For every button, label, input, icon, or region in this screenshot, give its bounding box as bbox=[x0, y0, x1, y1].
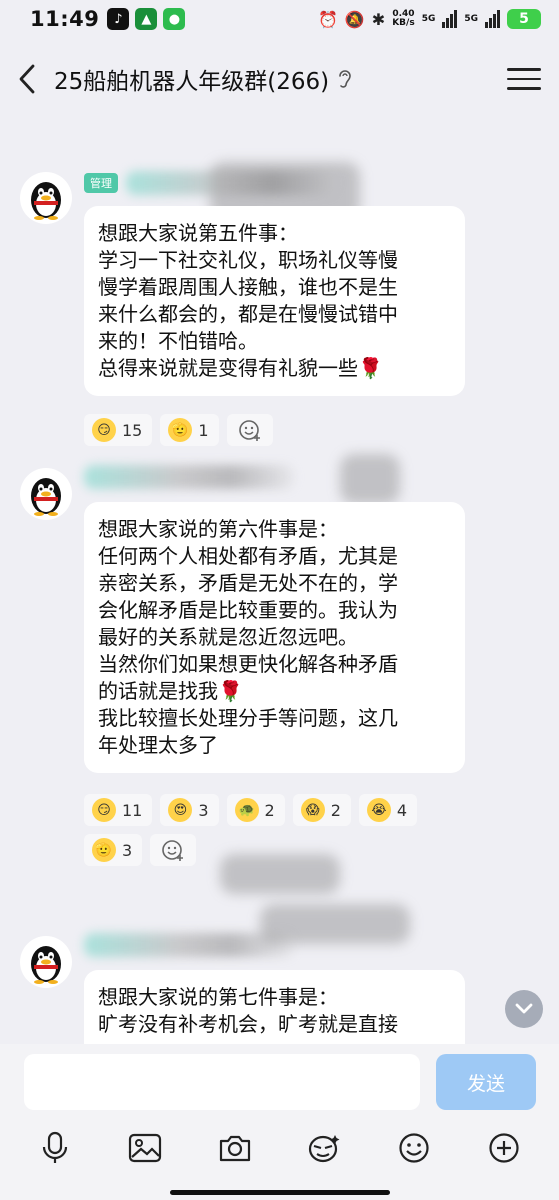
message-line: 总得来说就是变得有礼貌一些 bbox=[98, 356, 358, 380]
scream-emoji-icon: 😱 bbox=[300, 798, 325, 822]
reaction-count: 1 bbox=[198, 420, 209, 440]
salute-emoji-icon: 🫡 bbox=[92, 838, 116, 862]
signal-icon-2 bbox=[485, 10, 500, 28]
chevron-down-icon bbox=[515, 1003, 533, 1014]
heart-eyes-emoji-icon: 😍 bbox=[168, 798, 193, 822]
avatar[interactable] bbox=[20, 468, 72, 520]
image-icon[interactable] bbox=[123, 1126, 167, 1170]
reaction-count: 15 bbox=[122, 420, 143, 440]
status-bar: 11:49 ♪ ▲ ● ⏰ 🔕 ✱ 0.40 KB/s 5G 5G 5 bbox=[0, 0, 559, 38]
menu-icon[interactable] bbox=[507, 62, 541, 96]
salute-emoji-icon: 🫡 bbox=[168, 418, 193, 442]
rose-icon: 🌹 bbox=[218, 679, 243, 703]
wechat-icon: ● bbox=[163, 8, 186, 30]
sender-row bbox=[84, 465, 294, 489]
app-notification-icon: ▲ bbox=[135, 8, 158, 30]
home-indicator bbox=[170, 1190, 390, 1195]
message-line: 来的！不怕错哈。 bbox=[98, 329, 258, 353]
mute-icon: 🔕 bbox=[344, 9, 365, 29]
plus-icon[interactable] bbox=[482, 1126, 526, 1170]
message-line: 想跟大家说第五件事： bbox=[98, 221, 298, 245]
message-line: 来什么都会的，都是在慢慢试错中 bbox=[98, 302, 398, 326]
microphone-icon[interactable] bbox=[33, 1126, 77, 1170]
message-line: 的话就是找我 bbox=[98, 679, 218, 703]
message-line: 亲密关系，矛盾是无处不在的，学 bbox=[98, 571, 398, 595]
add-reaction-button[interactable] bbox=[150, 834, 197, 866]
input-toolbar bbox=[0, 1126, 559, 1170]
blurred-region bbox=[340, 454, 400, 504]
message-line: 慢学着跟周围人接触，谁也不是生 bbox=[98, 275, 398, 299]
message-line: 当然你们如果想更快化解各种矛盾 bbox=[98, 652, 398, 676]
emoji-icon[interactable] bbox=[392, 1126, 436, 1170]
add-reaction-icon bbox=[238, 420, 260, 441]
avatar[interactable] bbox=[20, 936, 72, 988]
add-reaction-button[interactable] bbox=[226, 414, 273, 446]
message-line: 学习一下社交礼仪，职场礼仪等慢 bbox=[98, 248, 398, 272]
turtle-emoji-icon: 🐢 bbox=[234, 798, 259, 822]
chat-title[interactable]: 25船舶机器人年级群(266) bbox=[54, 62, 329, 96]
reaction-bar: 😏 15 🫡 1 bbox=[84, 414, 464, 446]
crying-emoji-icon: 😭 bbox=[366, 798, 391, 822]
signal-icon bbox=[442, 10, 458, 28]
message-line: 想跟大家说的第六件事是： bbox=[98, 517, 338, 541]
message-line: 会化解矛盾是比较重要的。我认为 bbox=[98, 598, 398, 622]
alarm-icon: ⏰ bbox=[317, 9, 338, 29]
chat-header: 25船舶机器人年级群(266) bbox=[0, 44, 559, 114]
blurred-sender-name bbox=[84, 933, 294, 957]
sim1-label: 5G bbox=[421, 13, 436, 24]
sender-row bbox=[84, 933, 294, 957]
message-line: 任何两个人相处都有矛盾，尤其是 bbox=[98, 544, 398, 568]
send-button[interactable]: 发送 bbox=[436, 1054, 536, 1110]
bluetooth-icon: ✱ bbox=[371, 9, 386, 29]
message-bubble[interactable]: 想跟大家说第五件事： 学习一下社交礼仪，职场礼仪等慢 慢学着跟周围人接触，谁也不… bbox=[84, 206, 465, 396]
admin-badge: 管理 bbox=[84, 173, 118, 193]
tiktok-icon: ♪ bbox=[107, 8, 130, 30]
battery-icon: 5 bbox=[507, 9, 541, 29]
chat-list[interactable]: 管理 想跟大家说第五件事： 学习一下社交礼仪，职场礼仪等慢 慢学着跟周围人接触，… bbox=[0, 114, 559, 1044]
sender-row: 管理 bbox=[84, 171, 336, 195]
message-line: 年处理太多了 bbox=[98, 733, 218, 757]
ear-icon bbox=[337, 67, 357, 91]
reaction-count: 2 bbox=[330, 800, 341, 820]
reaction-chip[interactable]: 😭 4 bbox=[358, 794, 418, 826]
reaction-chip[interactable]: 😍 3 bbox=[160, 794, 219, 826]
input-area: 发送 bbox=[0, 1044, 559, 1200]
back-icon[interactable] bbox=[18, 59, 48, 99]
smirk-emoji-icon: 😏 bbox=[92, 418, 116, 442]
reaction-count: 4 bbox=[396, 800, 408, 820]
message-line: 我比较擅长处理分手等问题，这几 bbox=[98, 706, 398, 730]
reaction-count: 2 bbox=[264, 800, 275, 820]
reaction-chip[interactable]: 🫡 3 bbox=[84, 834, 143, 866]
sim2-label: 5G bbox=[464, 13, 478, 24]
reaction-chip[interactable]: 🫡 1 bbox=[160, 414, 219, 446]
reaction-chip[interactable]: 😱 2 bbox=[292, 794, 351, 826]
scroll-down-button[interactable] bbox=[505, 990, 543, 1028]
message-line: 想跟大家说的第七件事是： bbox=[98, 985, 338, 1009]
status-time: 11:49 bbox=[30, 7, 100, 31]
message-line: 旷考没有补考机会，旷考就是直接 bbox=[98, 1012, 398, 1036]
message-line: 最好的关系就是忽近忽远吧。 bbox=[98, 625, 358, 649]
reaction-chip[interactable]: 🐢 2 bbox=[226, 794, 285, 826]
message-bubble[interactable]: 想跟大家说的第六件事是： 任何两个人相处都有矛盾，尤其是 亲密关系，矛盾是无处不… bbox=[84, 502, 465, 773]
notification-icons: ♪ ▲ ● bbox=[107, 8, 186, 30]
message-input[interactable] bbox=[24, 1054, 420, 1110]
message-bubble[interactable]: 想跟大家说的第七件事是： 旷考没有补考机会，旷考就是直接 bbox=[84, 970, 465, 1044]
add-reaction-icon bbox=[162, 840, 184, 861]
camera-icon[interactable] bbox=[213, 1126, 257, 1170]
blurred-sender-name bbox=[126, 171, 336, 195]
avatar[interactable] bbox=[20, 172, 72, 224]
reaction-chip[interactable]: 😏 15 bbox=[84, 414, 153, 446]
reaction-count: 3 bbox=[198, 800, 209, 820]
network-speed: 0.40 KB/s bbox=[392, 9, 415, 28]
reaction-count: 11 bbox=[122, 800, 143, 820]
reaction-bar: 😏 11 😍 3 🐢 2 😱 2 😭 4 🫡 3 bbox=[84, 794, 444, 866]
sticker-icon[interactable] bbox=[302, 1126, 346, 1170]
reaction-chip[interactable]: 😏 11 bbox=[84, 794, 153, 826]
smirk-emoji-icon: 😏 bbox=[92, 798, 116, 822]
rose-icon: 🌹 bbox=[358, 356, 383, 380]
reaction-count: 3 bbox=[122, 840, 133, 860]
blurred-sender-name bbox=[84, 465, 294, 489]
